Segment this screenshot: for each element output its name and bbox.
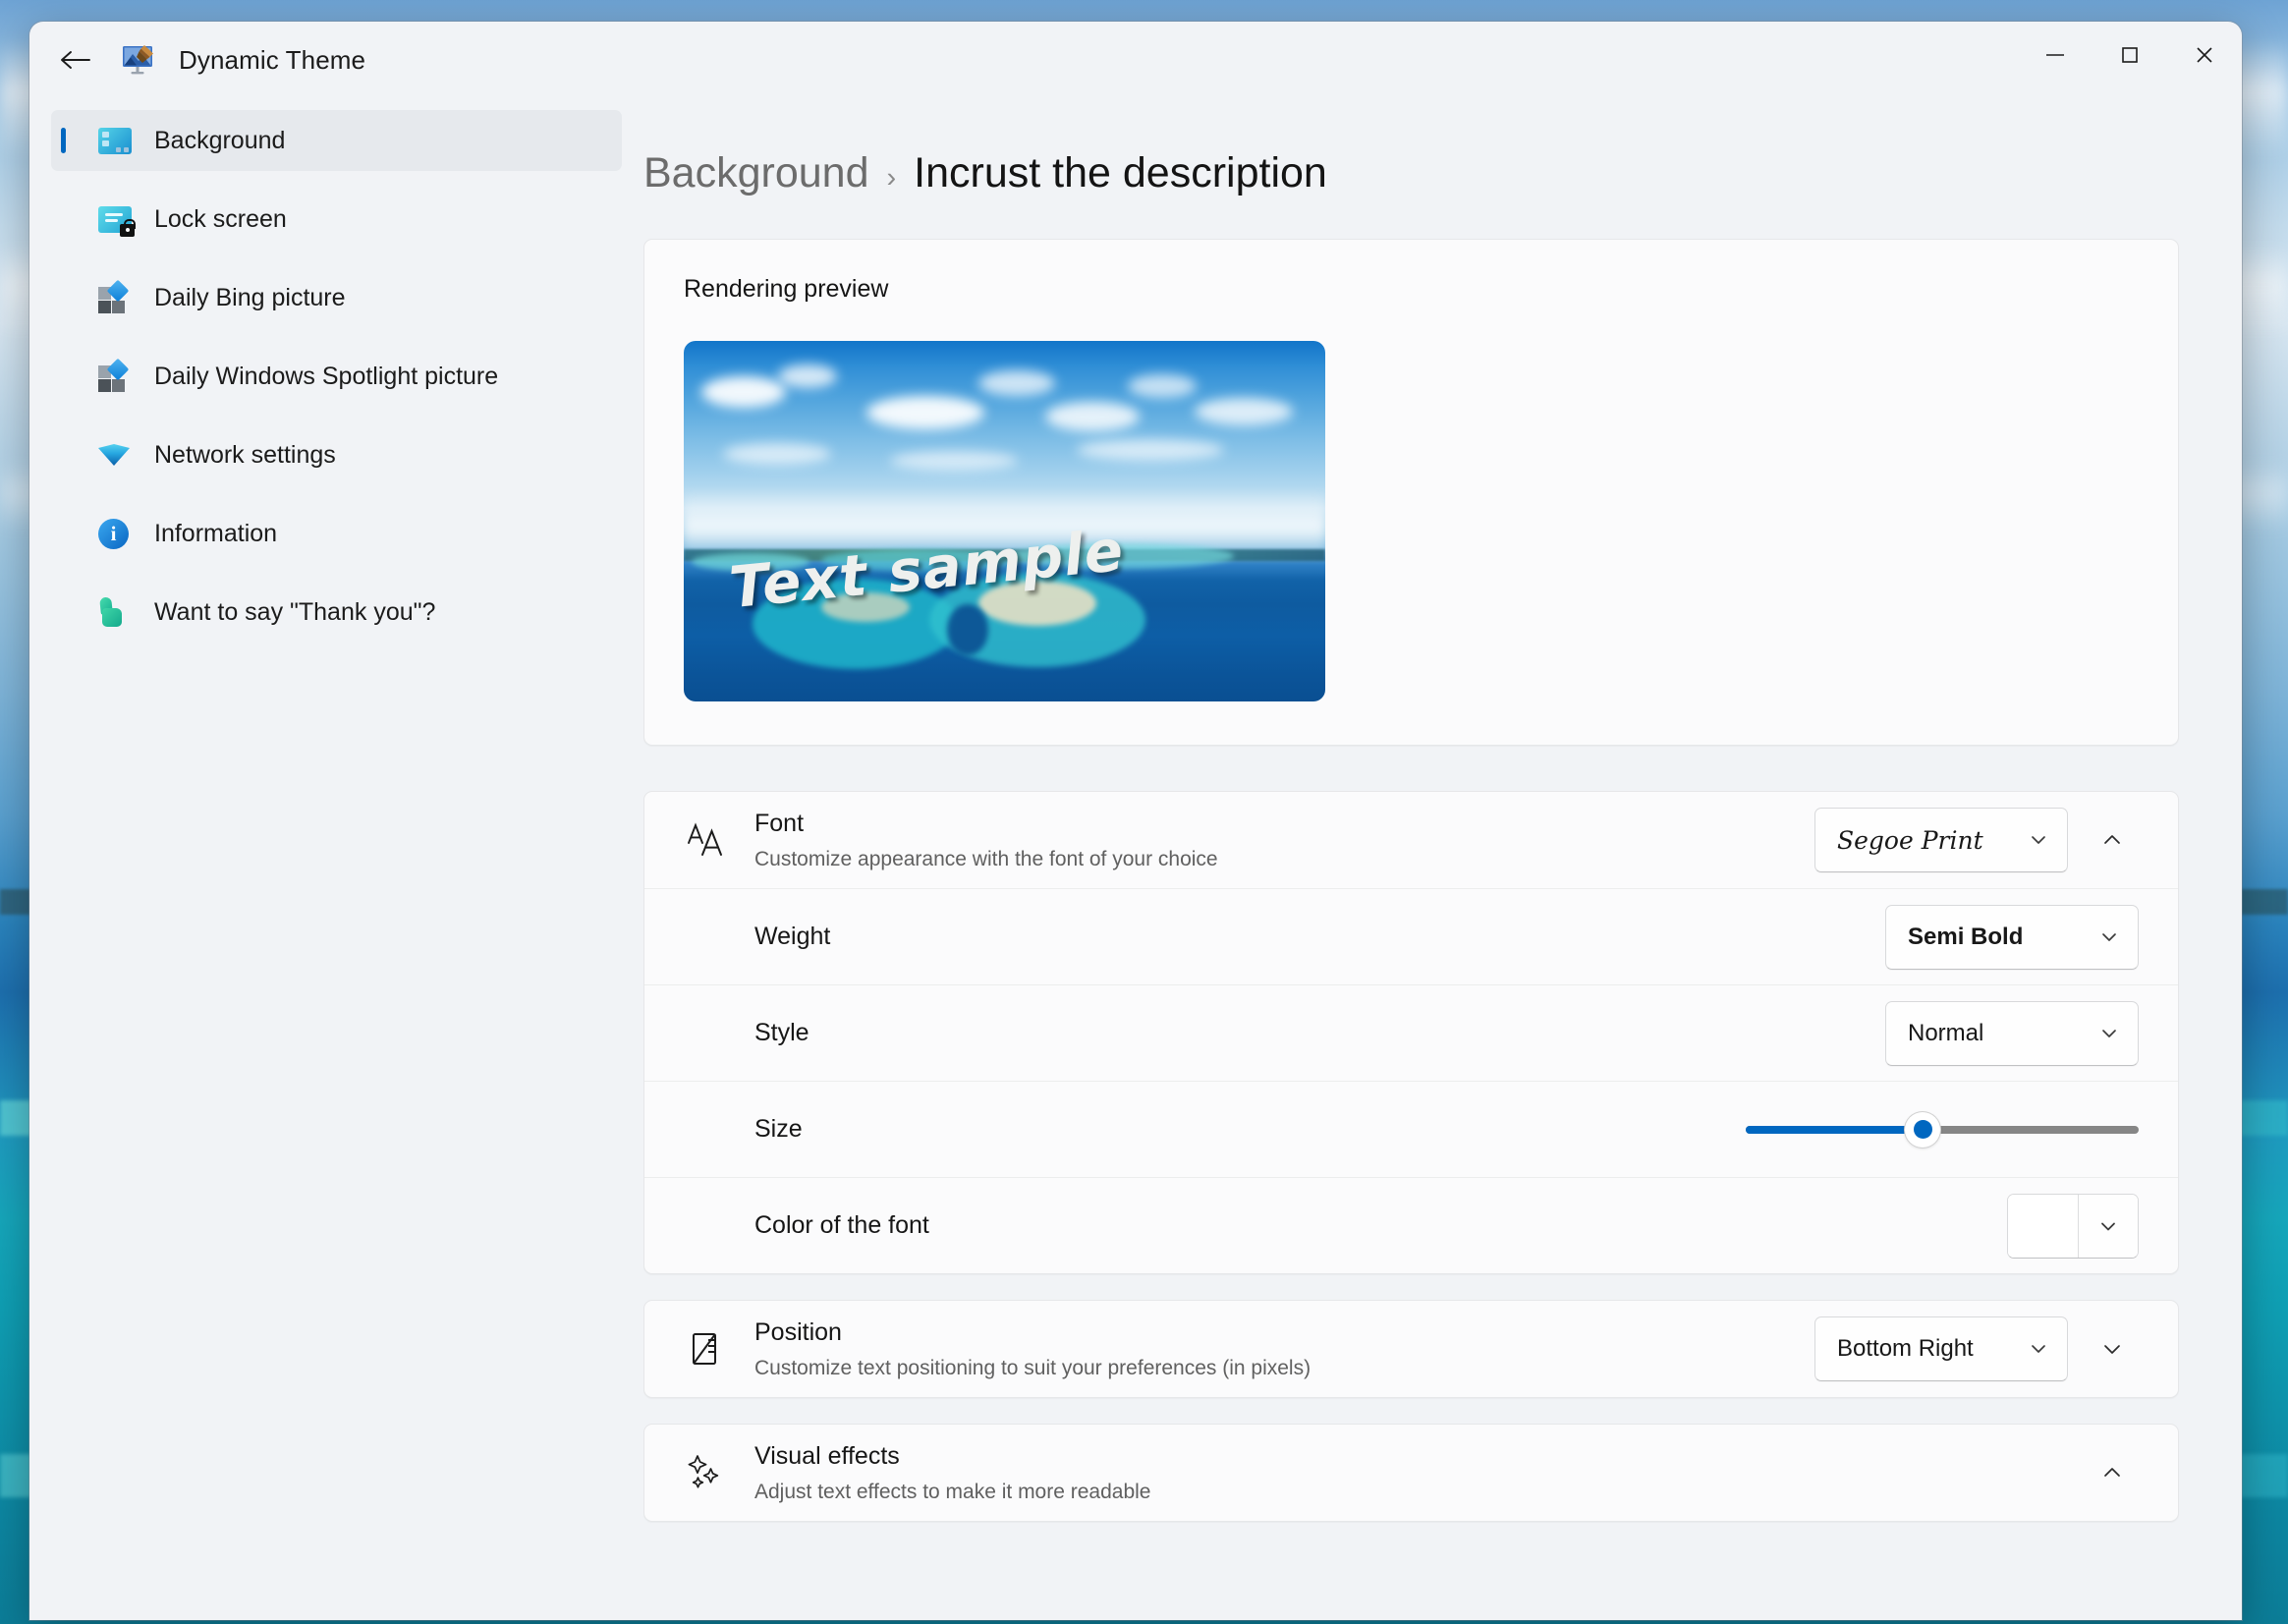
position-row-subtitle: Customize text positioning to suit your … (754, 1356, 1311, 1379)
sidebar-item-label: Want to say "Thank you"? (154, 597, 436, 626)
position-dropdown[interactable]: Bottom Right (1814, 1316, 2068, 1381)
weight-dropdown[interactable]: Semi Bold (1885, 904, 2139, 970)
sparkle-icon (684, 1452, 727, 1493)
position-value: Bottom Right (1837, 1335, 1974, 1362)
minimize-icon (2046, 54, 2064, 56)
sidebar-item-lock-screen[interactable]: Lock screen (51, 189, 622, 250)
color-picker-dropdown-button[interactable] (2079, 1194, 2138, 1258)
sidebar-item-label: Daily Bing picture (154, 283, 346, 311)
chevron-down-icon (2101, 1222, 2115, 1230)
visual-effects-group: Visual effects Adjust text effects to ma… (643, 1424, 2179, 1522)
window-controls (2018, 22, 2242, 98)
sidebar-item-background[interactable]: Background (51, 110, 622, 171)
sidebar-item-information[interactable]: i Information (51, 503, 622, 564)
thumbs-up-icon (98, 595, 132, 629)
minimize-button[interactable] (2018, 22, 2093, 88)
position-settings-group: Position Customize text positioning to s… (643, 1300, 2179, 1398)
weight-row-title: Weight (754, 922, 831, 950)
sidebar-navigation: Background Lock screen Daily Bing pictur… (29, 98, 643, 1620)
sidebar-item-label: Background (154, 126, 286, 154)
visual-effects-row-subtitle: Adjust text effects to make it more read… (754, 1480, 1151, 1503)
lock-screen-icon (98, 202, 136, 237)
font-settings-group: Font Customize appearance with the font … (643, 791, 2179, 1274)
preview-image: Text sample (684, 341, 1325, 701)
app-title: Dynamic Theme (179, 44, 366, 75)
style-row[interactable]: Style Normal (644, 984, 2178, 1081)
maximize-icon (2122, 47, 2138, 63)
size-row[interactable]: Size (644, 1081, 2178, 1177)
breadcrumb-parent-link[interactable]: Background (643, 149, 869, 197)
title-bar: Dynamic Theme (29, 22, 2242, 98)
sidebar-item-label: Lock screen (154, 204, 287, 233)
position-section-expander[interactable] (2086, 1322, 2139, 1375)
visual-effects-row-title: Visual effects (754, 1442, 900, 1471)
back-button[interactable] (45, 33, 106, 86)
sidebar-item-thank-you[interactable]: Want to say "Thank you"? (51, 582, 622, 643)
sidebar-item-daily-bing-picture[interactable]: Daily Bing picture (51, 267, 622, 328)
preview-card-title: Rendering preview (684, 275, 889, 303)
sidebar-item-daily-windows-spotlight-picture[interactable]: Daily Windows Spotlight picture (51, 346, 622, 407)
slider-thumb[interactable] (1905, 1111, 1940, 1148)
style-row-title: Style (754, 1018, 809, 1046)
desktop-background-icon (98, 124, 132, 157)
size-row-title: Size (754, 1114, 803, 1143)
app-logo-icon (120, 40, 159, 80)
font-family-value: Segoe Print (1837, 825, 1983, 855)
main-content: Background › Incrust the description Ren… (643, 98, 2242, 1620)
visual-effects-section-expander[interactable] (2086, 1446, 2139, 1499)
font-section-expander[interactable] (2086, 813, 2139, 867)
info-icon: i (98, 517, 132, 550)
page-title: Incrust the description (914, 149, 1327, 196)
maximize-button[interactable] (2093, 22, 2167, 88)
app-window: Dynamic Theme Background Lock screen Dai… (29, 22, 2242, 1620)
visual-effects-row[interactable]: Visual effects Adjust text effects to ma… (644, 1425, 2178, 1521)
sidebar-item-label: Daily Windows Spotlight picture (154, 362, 499, 390)
chevron-down-icon (2102, 1029, 2116, 1037)
style-dropdown[interactable]: Normal (1885, 1000, 2139, 1066)
breadcrumb-separator-icon: › (886, 162, 897, 194)
size-slider[interactable] (1746, 1110, 2139, 1149)
chevron-up-icon (2104, 1468, 2120, 1477)
slider-fill (1746, 1125, 1923, 1134)
weight-row[interactable]: Weight Semi Bold (644, 888, 2178, 984)
close-button[interactable] (2167, 22, 2242, 88)
font-row-subtitle: Customize appearance with the font of yo… (754, 847, 1218, 870)
position-row[interactable]: Position Customize text positioning to s… (644, 1301, 2178, 1397)
font-color-picker[interactable] (2007, 1193, 2139, 1259)
chevron-up-icon (2104, 835, 2120, 844)
window-body: Background Lock screen Daily Bing pictur… (29, 98, 2242, 1620)
breadcrumb: Background › Incrust the description (643, 98, 2179, 197)
chevron-down-icon (2032, 1345, 2045, 1353)
chevron-down-icon (2032, 836, 2045, 844)
wifi-icon (98, 438, 132, 472)
weight-value: Semi Bold (1908, 923, 2024, 950)
close-icon (2197, 47, 2212, 63)
sidebar-item-label: Information (154, 519, 278, 547)
font-aa-icon (684, 819, 727, 861)
back-arrow-icon (61, 51, 90, 69)
chevron-down-icon (2102, 932, 2116, 941)
chevron-down-icon (2104, 1345, 2120, 1354)
rendering-preview-card: Rendering preview Text sample (643, 239, 2179, 746)
style-value: Normal (1908, 1019, 1984, 1046)
font-color-row[interactable]: Color of the font (644, 1177, 2178, 1273)
font-family-dropdown[interactable]: Segoe Print (1814, 808, 2068, 872)
font-color-row-title: Color of the font (754, 1210, 929, 1239)
position-row-title: Position (754, 1318, 842, 1347)
color-swatch[interactable] (2008, 1194, 2078, 1258)
sidebar-item-label: Network settings (154, 440, 336, 469)
font-row[interactable]: Font Customize appearance with the font … (644, 792, 2178, 888)
spotlight-tiles-icon (98, 358, 132, 393)
font-row-title: Font (754, 810, 805, 838)
sidebar-item-network-settings[interactable]: Network settings (51, 424, 622, 485)
position-ruler-icon (684, 1328, 727, 1370)
bing-tiles-icon (98, 279, 132, 314)
